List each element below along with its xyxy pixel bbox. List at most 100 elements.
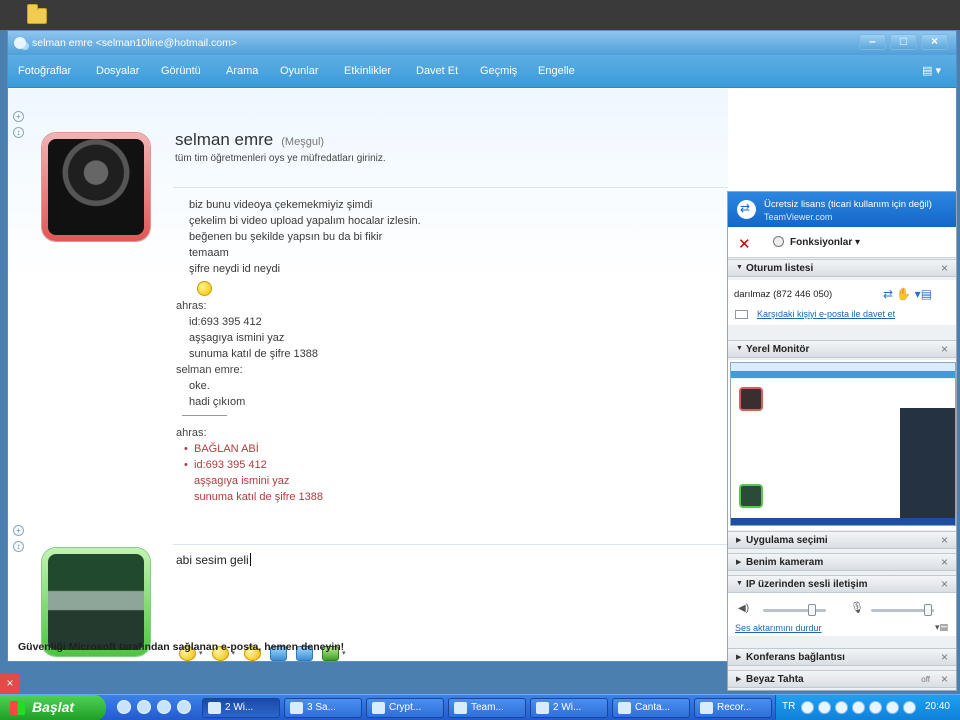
session-action-icons[interactable]: ⇄ ✋ ▾▤ [883,287,932,301]
section-app-selection[interactable]: ▶ Uygulama seçimi × [728,531,956,549]
session-partner[interactable]: darılmaz (872 446 050) [734,289,832,300]
functions-menu[interactable]: Fonksiyonlar ▾ [790,237,860,248]
contact-name: selman emre [175,130,274,149]
section-whiteboard[interactable]: ▶ Beyaz Tahta off × [728,670,956,688]
smiley-emoticon-icon [197,281,212,296]
start-button[interactable]: Başlat [0,695,106,720]
tray-icon[interactable] [869,701,882,714]
teamviewer-logo-icon [737,200,756,219]
mic-slider-thumb[interactable] [923,604,932,616]
title-bar[interactable]: selman emre <selman10line@hotmail.com> –… [8,31,956,55]
tray-icon[interactable] [903,701,916,714]
desktop-folder-icon[interactable] [27,4,47,24]
teamviewer-toolbar: ✕ Fonksiyonlar ▾ [728,227,956,258]
message-input-text: abi sesim geli [176,553,251,567]
functions-icon [773,236,784,247]
chat-line: BAĞLAN ABİ [184,443,259,455]
speaker-label: selman emre: [176,364,243,376]
header-separator [173,187,728,188]
user-avatar[interactable] [42,548,150,656]
chat-line: çekelim bi video upload yapalım hocalar … [189,215,421,227]
menu-photos[interactable]: Fotoğraflar [18,65,71,77]
taskbar-item[interactable]: Canta... [612,698,690,718]
chat-line: hadi çıkıom [189,396,246,408]
system-tray: TR 20:40 [775,695,960,720]
license-site[interactable]: TeamViewer.com [764,212,832,222]
voip-content: ◀) 🎙 Ses aktarımını durdur ▾▤ [728,593,956,636]
audio-options-icon[interactable]: ▾▤ [935,622,948,633]
license-text: Ücretsiz lisans (ticari kullanım için de… [764,199,932,210]
volume-slider[interactable] [763,609,826,612]
messenger-icon [14,37,26,49]
clock: 20:40 [924,701,950,712]
menu-files[interactable]: Dosyalar [96,65,139,77]
language-indicator[interactable]: TR [782,701,795,712]
quicklaunch-icon[interactable] [157,700,171,714]
chat-line: şifre neydi id neydi [189,263,281,275]
speaker-label: ahras: [176,427,207,439]
tray-icon[interactable] [852,701,865,714]
quicklaunch-icon[interactable] [117,700,131,714]
tray-icon[interactable] [818,701,831,714]
contact-status: (Meşgul) [281,136,325,148]
maximize-button[interactable]: □ [890,34,917,50]
section-voip[interactable]: ▼ IP üzerinden sesli iletişim × [728,575,956,593]
message-divider [182,415,227,416]
taskbar-item[interactable]: Recor... [694,698,772,718]
window-title: selman emre <selman10line@hotmail.com> [32,37,238,49]
teamviewer-panel: Ücretsiz lisans (ticari kullanım için de… [727,191,957,691]
collapse-icon[interactable]: + [13,525,24,536]
chat-line: aşşagıya ismini yaz [194,475,290,487]
section-session-list[interactable]: ▼ Oturum listesi × [728,259,956,277]
desktop-background [0,0,960,30]
contact-personal-message: tüm tim öğretmenleri oys ye müfredatları… [175,153,386,164]
menu-activities[interactable]: Etkinlikler [344,65,391,77]
chat-line: temaam [189,247,229,259]
close-icon[interactable]: × [0,674,20,694]
quicklaunch-icon[interactable] [137,700,151,714]
chat-line: aşşagıya ismini yaz [189,332,285,344]
taskbar-item[interactable]: Crypt... [366,698,444,718]
stop-audio-link[interactable]: Ses aktarımını durdur [735,623,822,633]
microphone-icon: 🎙 [850,602,864,614]
tray-icon[interactable] [801,701,814,714]
conversation-area: + ↕ + ↕ selman emre (Meşgul) tüm tim öğre… [8,89,728,661]
section-my-camera[interactable]: ▶ Benim kameram × [728,553,956,571]
menu-block[interactable]: Engelle [538,65,575,77]
expand-icon[interactable]: ↕ [13,127,24,138]
menu-video[interactable]: Görüntü [161,65,201,77]
taskbar-item[interactable]: 2 Wi... [530,698,608,718]
whiteboard-toggle[interactable]: off [921,675,930,684]
menu-call[interactable]: Arama [226,65,258,77]
tray-icon[interactable] [835,701,848,714]
local-monitor-preview[interactable] [728,360,956,530]
section-conference[interactable]: ▶ Konferans bağlantısı × [728,648,956,666]
teamviewer-header: Ücretsiz lisans (ticari kullanım için de… [728,192,956,227]
message-input[interactable]: abi sesim geli [173,544,728,637]
taskbar-item[interactable]: 2 Wi... [202,698,280,718]
taskbar-item[interactable]: Team... [448,698,526,718]
speaker-label: ahras: [176,300,207,312]
quicklaunch-icon[interactable] [177,700,191,714]
collapse-icon[interactable]: + [13,111,24,122]
close-session-icon[interactable]: ✕ [738,235,751,253]
expand-icon[interactable]: ↕ [13,541,24,552]
menu-games[interactable]: Oyunlar [280,65,319,77]
close-button[interactable]: × [921,34,948,50]
volume-slider-thumb[interactable] [808,604,817,616]
taskbar: Başlat 2 Wi... 3 Sa... Crypt... Team... … [0,694,960,720]
minimize-button[interactable]: – [859,34,886,50]
menu-bar: Fotoğraflar Dosyalar Görüntü Arama Oyunl… [8,55,956,88]
menu-history[interactable]: Geçmiş [480,65,517,77]
ad-banner[interactable]: Güvenliği Microsoft tarafından sağlanan … [18,641,344,653]
section-local-monitor[interactable]: ▼ Yerel Monitör × [728,340,956,358]
invite-email-link[interactable]: Karşıdaki kişiyi e-posta ile davet et [757,309,895,319]
tray-icon[interactable] [886,701,899,714]
taskbar-item[interactable]: 3 Sa... [284,698,362,718]
menu-invite[interactable]: Davet Et [416,65,458,77]
speaker-icon: ◀) [738,603,750,614]
chat-line: oke. [189,380,210,392]
tools-menu-icon[interactable]: ▤ ▾ [922,64,946,78]
contact-avatar[interactable] [42,133,150,241]
chat-line: sunuma katıl de şifre 1388 [194,491,324,503]
